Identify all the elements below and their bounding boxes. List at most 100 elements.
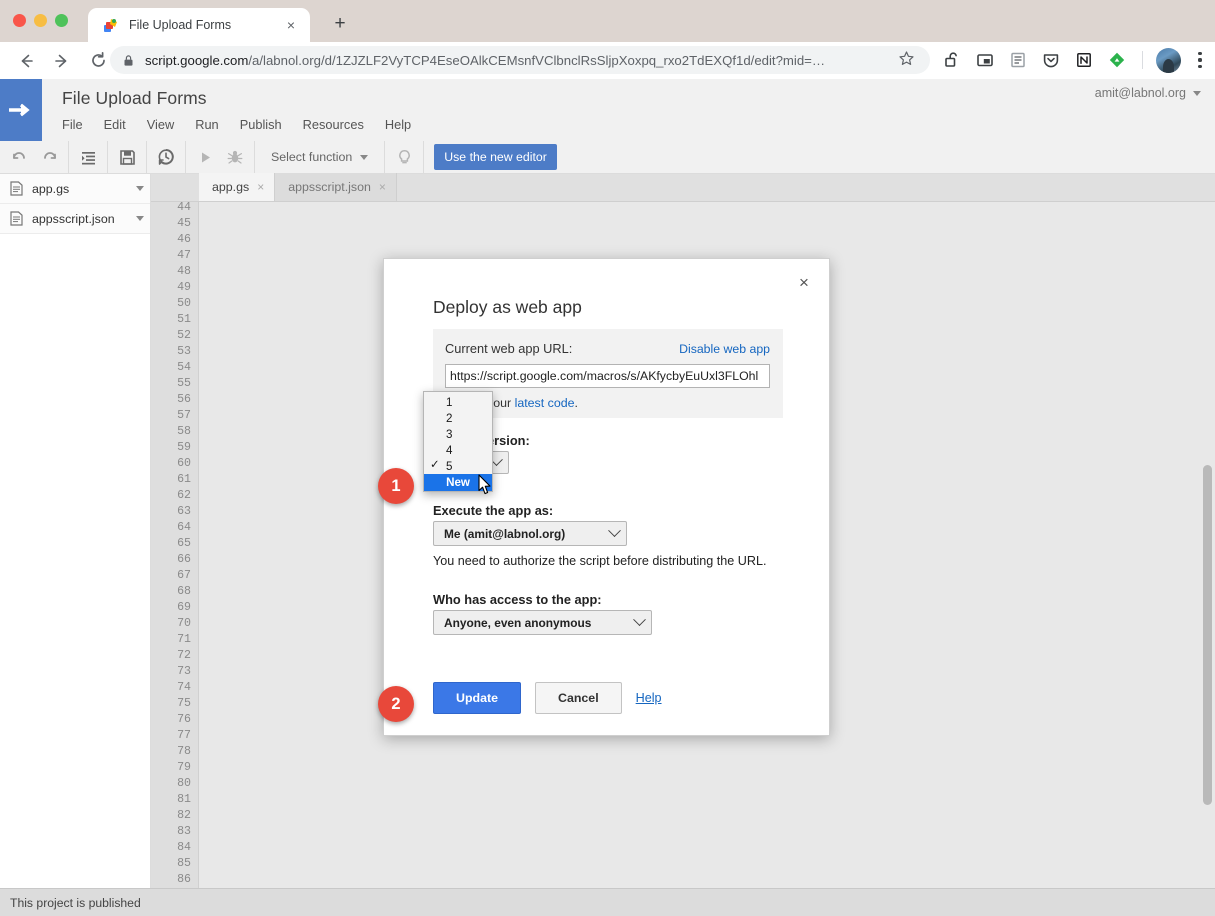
run-icon[interactable] <box>190 144 220 170</box>
editor-tab-appsscript-json[interactable]: appsscript.json × <box>275 173 397 201</box>
line-number: 58 <box>177 425 191 438</box>
line-number: 72 <box>177 649 191 662</box>
menu-item-publish[interactable]: Publish <box>240 115 292 134</box>
toolbar-group-run <box>186 140 255 174</box>
close-icon[interactable]: × <box>379 180 386 194</box>
editor-tab-app-gs[interactable]: app.gs × <box>199 173 276 201</box>
who-has-access-select[interactable]: Anyone, even anonymous <box>433 610 652 635</box>
new-tab-button[interactable]: + <box>330 14 350 34</box>
line-number: 46 <box>177 233 191 246</box>
toolbar-group-function: Select function <box>255 140 386 174</box>
line-number: 57 <box>177 409 191 422</box>
callout-badge-1: 1 <box>378 468 414 504</box>
status-bar: This project is published <box>0 888 1215 916</box>
version-option[interactable]: 4 <box>424 442 492 458</box>
web-app-url-field[interactable]: https://script.google.com/macros/s/AKfyc… <box>445 364 770 388</box>
feedly-icon[interactable] <box>1105 48 1129 72</box>
select-function-dropdown[interactable]: Select function <box>259 150 380 164</box>
editor-vertical-scrollbar[interactable] <box>1203 465 1212 805</box>
back-icon[interactable] <box>13 48 39 74</box>
browser-tab[interactable]: File Upload Forms × <box>88 8 310 42</box>
version-option[interactable]: 1 <box>424 394 492 410</box>
star-icon[interactable] <box>898 50 918 70</box>
line-number: 56 <box>177 393 191 406</box>
close-window-button[interactable] <box>13 14 26 27</box>
window-traffic-lights <box>13 14 68 27</box>
address-bar[interactable]: script.google.com/a/labnol.org/d/1ZJZLF2… <box>110 46 930 74</box>
cancel-button[interactable]: Cancel <box>535 682 622 714</box>
line-number: 59 <box>177 441 191 454</box>
file-list-sidebar: app.gs appsscript.json <box>0 174 151 888</box>
menu-item-file[interactable]: File <box>62 115 93 134</box>
latest-code-note-suffix: . <box>574 396 578 410</box>
chevron-down-icon[interactable] <box>136 186 144 191</box>
kebab-menu-icon[interactable] <box>1190 48 1210 72</box>
update-button[interactable]: Update <box>433 682 521 714</box>
web-app-url-value: https://script.google.com/macros/s/AKfyc… <box>450 369 759 383</box>
notion-icon[interactable] <box>1072 48 1096 72</box>
latest-code-link[interactable]: latest code <box>515 396 575 410</box>
file-list-item[interactable]: appsscript.json <box>0 204 150 234</box>
menu-item-resources[interactable]: Resources <box>303 115 374 134</box>
redo-icon[interactable] <box>34 144 64 170</box>
close-icon[interactable]: × <box>282 16 300 34</box>
chevron-down-icon <box>608 524 621 538</box>
version-option[interactable]: 3 <box>424 426 492 442</box>
file-icon <box>10 181 23 196</box>
disable-web-app-link[interactable]: Disable web app <box>679 342 770 356</box>
picture-in-picture-icon[interactable] <box>973 48 997 72</box>
line-number: 44 <box>177 202 191 214</box>
close-icon[interactable]: × <box>793 271 815 293</box>
line-number: 64 <box>177 521 191 534</box>
line-number: 61 <box>177 473 191 486</box>
save-icon[interactable] <box>112 144 142 170</box>
deploy-web-app-dialog: × Deploy as web app Current web app URL:… <box>383 258 830 736</box>
url-path: /a/labnol.org/d/1ZJZLF2VyTCP4EseOAlkCEMs… <box>248 52 826 68</box>
toolbar-group-history <box>0 140 69 174</box>
close-icon[interactable]: × <box>257 180 264 194</box>
line-number: 60 <box>177 457 191 470</box>
chevron-down-icon[interactable] <box>136 216 144 221</box>
account-menu[interactable]: amit@labnol.org <box>1095 86 1201 100</box>
menu-item-view[interactable]: View <box>147 115 185 134</box>
maximize-window-button[interactable] <box>55 14 68 27</box>
history-icon[interactable] <box>151 144 181 170</box>
file-list-item[interactable]: app.gs <box>0 174 150 204</box>
menu-item-edit[interactable]: Edit <box>104 115 136 134</box>
line-number: 85 <box>177 857 191 870</box>
line-number: 82 <box>177 809 191 822</box>
toolbar-group-indent <box>69 140 108 174</box>
help-link[interactable]: Help <box>636 691 662 705</box>
use-new-editor-button[interactable]: Use the new editor <box>434 144 557 170</box>
indent-icon[interactable] <box>73 144 103 170</box>
line-number: 76 <box>177 713 191 726</box>
line-number: 71 <box>177 633 191 646</box>
undo-icon[interactable] <box>4 144 34 170</box>
reader-mode-icon[interactable] <box>1006 48 1030 72</box>
dialog-title: Deploy as web app <box>433 297 582 317</box>
account-email: amit@labnol.org <box>1094 86 1186 100</box>
apps-script-logo-icon[interactable] <box>0 79 42 141</box>
file-name: appsscript.json <box>32 211 115 226</box>
version-option[interactable]: 2 <box>424 410 492 426</box>
toolbar-group-hint <box>385 140 425 174</box>
version-option[interactable]: 5 <box>424 457 492 474</box>
latest-code-note: app for your latest code. <box>445 396 770 410</box>
pocket-icon[interactable] <box>1039 48 1063 72</box>
menu-item-run[interactable]: Run <box>195 115 228 134</box>
lightbulb-icon[interactable] <box>389 144 419 170</box>
debug-icon[interactable] <box>220 144 250 170</box>
line-number: 45 <box>177 217 191 230</box>
line-number: 63 <box>177 505 191 518</box>
execute-as-select[interactable]: Me (amit@labnol.org) <box>433 521 627 546</box>
unlock-icon[interactable] <box>940 48 964 72</box>
forward-icon[interactable] <box>49 48 75 74</box>
editor-tab-label: appsscript.json <box>288 180 371 194</box>
avatar[interactable] <box>1156 47 1181 73</box>
menu-item-help[interactable]: Help <box>385 115 421 134</box>
authorize-note: You need to authorize the script before … <box>433 554 767 568</box>
reload-icon[interactable] <box>85 48 111 74</box>
line-number: 55 <box>177 377 191 390</box>
editor-toolbar: Select function Use the new editor <box>0 140 1215 174</box>
minimize-window-button[interactable] <box>34 14 47 27</box>
